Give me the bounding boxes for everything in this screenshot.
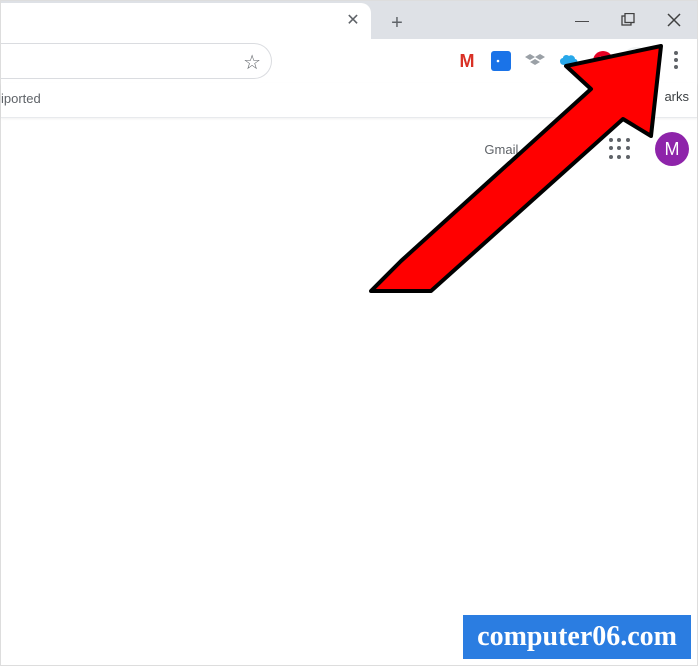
account-avatar[interactable]: M: [655, 132, 689, 166]
address-bar[interactable]: ☆: [1, 43, 272, 79]
bookmarks-right-group: O arks: [620, 89, 689, 104]
images-link[interactable]: Images: [542, 142, 585, 157]
tag-extension-icon[interactable]: [491, 51, 511, 71]
bookmarks-bar: iported O arks: [1, 83, 697, 118]
chrome-profile-button[interactable]: [621, 47, 651, 77]
watermark: computer06.com: [463, 615, 691, 659]
cloud-icon: [559, 51, 579, 71]
onedrive-extension-icon[interactable]: [559, 51, 579, 71]
extensions-row: M P •••: [281, 49, 647, 73]
chrome-menu-button[interactable]: [667, 51, 685, 69]
maximize-button[interactable]: [605, 1, 651, 39]
other-bookmarks-label[interactable]: arks: [664, 89, 689, 104]
page-header-row: Gmail Images M: [484, 129, 689, 169]
gmail-extension-icon[interactable]: M: [457, 51, 477, 71]
folder-icon: [620, 90, 638, 104]
active-tab[interactable]: ✕: [1, 3, 371, 39]
pinterest-extension-icon[interactable]: P: [593, 51, 613, 71]
close-window-button[interactable]: [651, 1, 697, 39]
dropbox-extension-icon[interactable]: [525, 51, 545, 71]
minimize-button[interactable]: —: [559, 1, 605, 39]
close-icon: [667, 13, 681, 27]
close-tab-button[interactable]: ✕: [345, 13, 361, 29]
tab-strip: ✕ + —: [1, 1, 697, 40]
new-tab-button[interactable]: +: [383, 9, 411, 37]
browser-toolbar: ☆ M P •••: [1, 39, 697, 84]
tag-icon: [493, 53, 509, 69]
bookmark-star-icon[interactable]: ☆: [243, 50, 261, 75]
dropbox-icon: [525, 51, 545, 71]
bookmark-item-left[interactable]: iported: [1, 91, 41, 106]
bookmark-folder-label[interactable]: O: [646, 89, 656, 104]
profile-icon: [627, 53, 645, 71]
window-controls: —: [559, 1, 697, 39]
google-apps-button[interactable]: [609, 138, 631, 160]
maximize-icon: [621, 13, 635, 27]
gmail-link[interactable]: Gmail: [484, 142, 518, 157]
